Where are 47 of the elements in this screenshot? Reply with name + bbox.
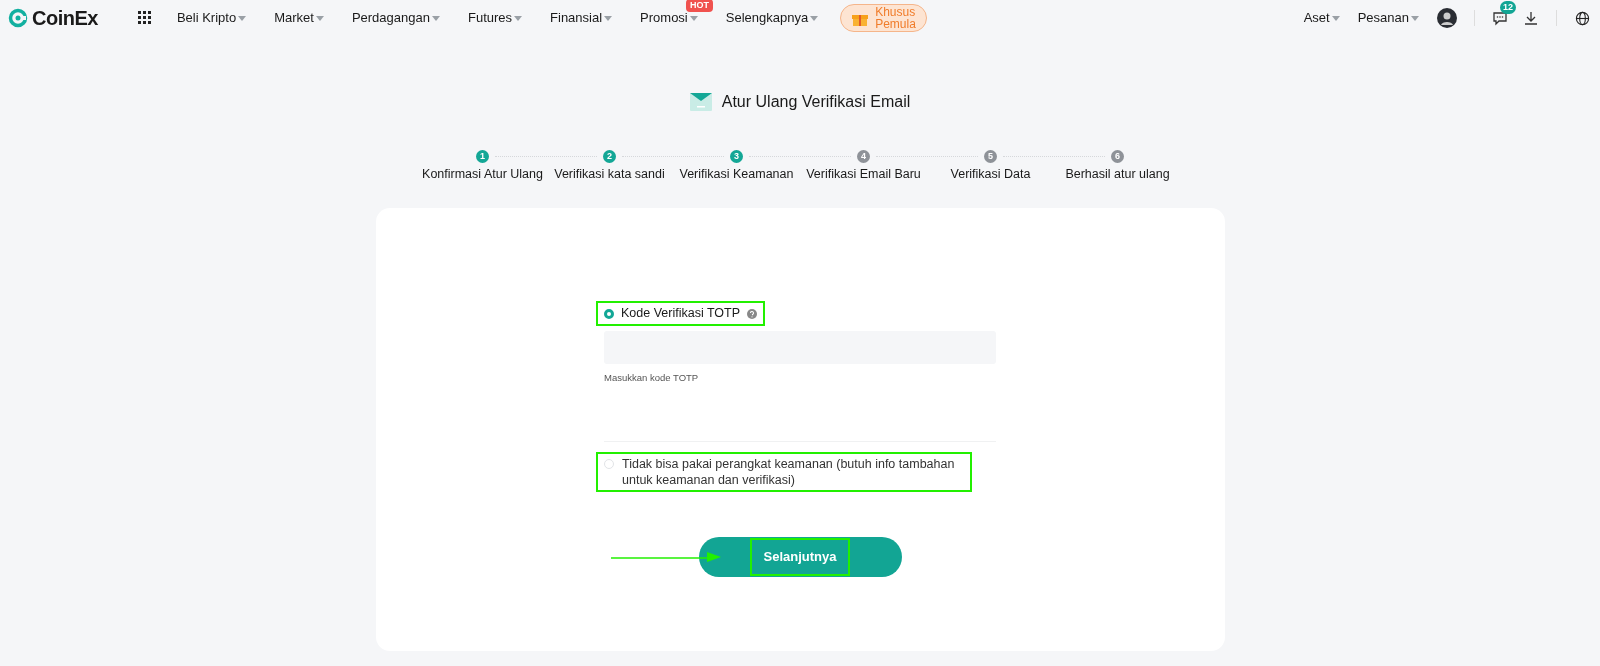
nav-menu-item[interactable]: Perdagangan [351, 8, 440, 28]
avatar-icon[interactable] [1437, 8, 1457, 28]
promo-text: Khusus [875, 6, 916, 18]
option-label[interactable]: Kode Verifikasi TOTP [621, 304, 741, 324]
step-label: Verifikasi Keamanan [679, 166, 794, 183]
step-number: 2 [603, 150, 616, 163]
message-count-badge: 12 [1500, 1, 1516, 14]
nav-menu-item[interactable]: Market [274, 8, 324, 28]
caret-icon [1331, 15, 1340, 21]
step-number: 5 [984, 150, 997, 163]
logo-text[interactable]: CoinEx [32, 3, 98, 33]
nav-menu-item[interactable]: Pesanan [1357, 8, 1419, 28]
email-icon [689, 93, 712, 111]
caret-icon [604, 15, 613, 21]
hot-badge: HOT [686, 0, 714, 13]
step-number: 1 [476, 150, 489, 163]
caret-icon [431, 15, 440, 21]
caret-icon [238, 15, 247, 21]
caret-icon [315, 15, 324, 21]
help-icon[interactable] [747, 308, 758, 319]
nav-menu-item[interactable]: Selengkapnya [725, 8, 819, 28]
step-label: Konfirmasi Atur Ulang [422, 166, 543, 183]
download-icon[interactable] [1524, 11, 1538, 25]
step-label: Verifikasi kata sandi [554, 166, 665, 183]
chat-icon[interactable] [1492, 10, 1508, 26]
field-hint: Masukkan kode TOTP [604, 370, 700, 385]
step-number: 6 [1111, 150, 1124, 163]
nav-menu-item[interactable]: Finansial [550, 8, 613, 28]
step-label: Verifikasi Data [950, 166, 1031, 183]
button-highlight-frame: Selanjutnya [751, 540, 849, 574]
step-number: 4 [857, 150, 870, 163]
option-label[interactable]: Tidak bisa pakai perangkat keamanan (butuh info tambahan untuk keamanan dan verifikasi) [622, 456, 964, 488]
step-label: Berhasil atur ulang [1065, 166, 1170, 183]
globe-icon[interactable] [1575, 10, 1590, 26]
apps-grid-icon[interactable] [137, 11, 152, 25]
caret-icon [689, 15, 698, 21]
step-number: 3 [730, 150, 743, 163]
page-title: Atur Ulang Verifikasi Email [721, 92, 911, 112]
caret-icon [810, 15, 819, 21]
nav-menu-item[interactable]: Futures [467, 8, 523, 28]
step-label: Verifikasi Email Baru [806, 166, 921, 183]
promo-text: Pemula [875, 18, 916, 30]
radio-button[interactable] [604, 308, 614, 319]
nav-menu-item[interactable]: Beli Kripto [176, 8, 247, 28]
caret-icon [1411, 15, 1419, 21]
caret-icon [514, 15, 523, 21]
nav-menu-item[interactable]: Aset [1303, 8, 1340, 28]
